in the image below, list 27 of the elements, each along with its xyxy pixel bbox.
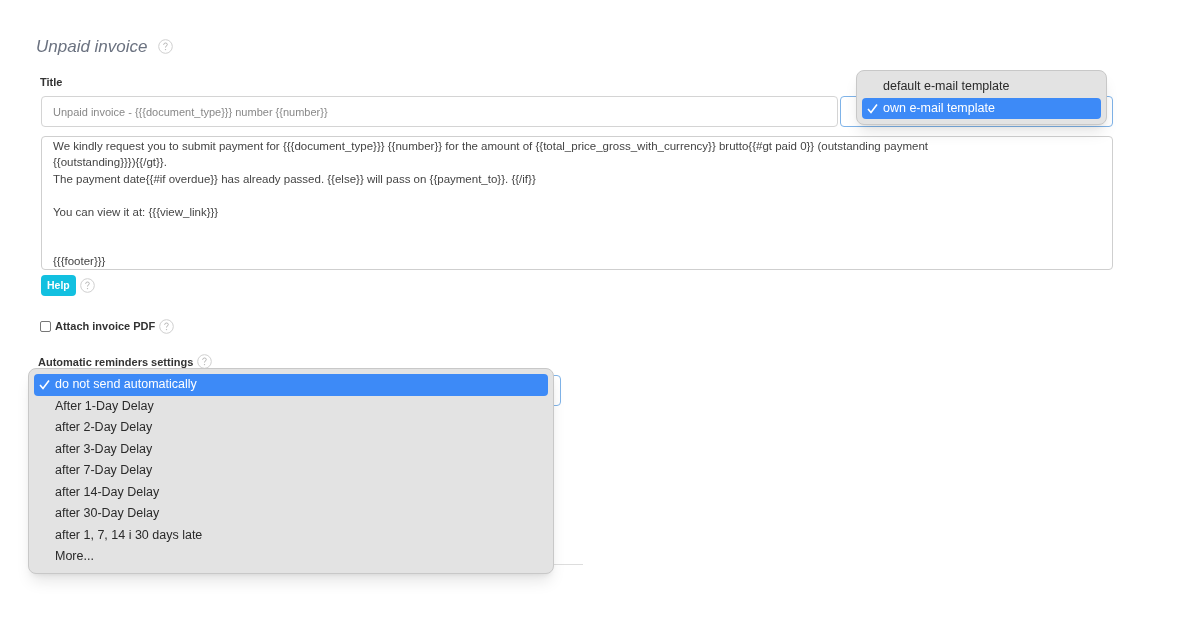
text-line: {{{footer}}} [53,253,106,269]
dropdown-option[interactable]: after 2-Day Delay [34,417,548,439]
dropdown-option[interactable]: default e-mail template [862,76,1101,98]
text-line: You can view it at: {{{view_link}}} [53,204,219,220]
field-label: Automatic reminders settings [38,354,194,370]
help-icon[interactable] [197,354,213,370]
dropdown-option[interactable]: after 3-Day Delay [34,438,548,460]
check-icon [867,102,878,114]
message-textarea[interactable] [41,136,1113,270]
title-field[interactable]: Unpaid invoice - {{{document_type}}} number {{number}} [41,96,838,127]
field-label: Title [40,74,63,90]
dropdown-option[interactable]: After 1-Day Delay [34,395,548,417]
help-icon[interactable] [79,278,95,293]
dropdown-option[interactable]: after 7-Day Delay [34,460,548,482]
dropdown-option[interactable]: after 30-Day Delay [34,503,548,525]
help-icon[interactable] [159,318,175,334]
check-icon [39,379,50,391]
section-heading: Unpaid invoice [36,36,148,58]
text-line: {{outstanding}}}){{/gt}}. [53,155,167,171]
dropdown-option[interactable]: after 1, 7, 14 i 30 days late [34,524,548,546]
text-line: The payment date{{#if overdue}} has already passed. {{else}} will pass on {{payment_to}}. {{/if}} [53,171,536,187]
dropdown-option[interactable]: after 14-Day Delay [34,481,548,503]
checkbox-label: Attach invoice PDF [55,319,156,334]
dropdown-option[interactable]: More... [34,546,548,568]
text-line: We kindly request you to submit payment for {{{document_type}}} {{number}} for the amount of {{total_price_gross_with_currency}} brutto{{#gt paid 0}} (outstanding payment [53,139,928,154]
checkbox[interactable] [40,320,51,332]
help-icon[interactable] [157,39,173,55]
